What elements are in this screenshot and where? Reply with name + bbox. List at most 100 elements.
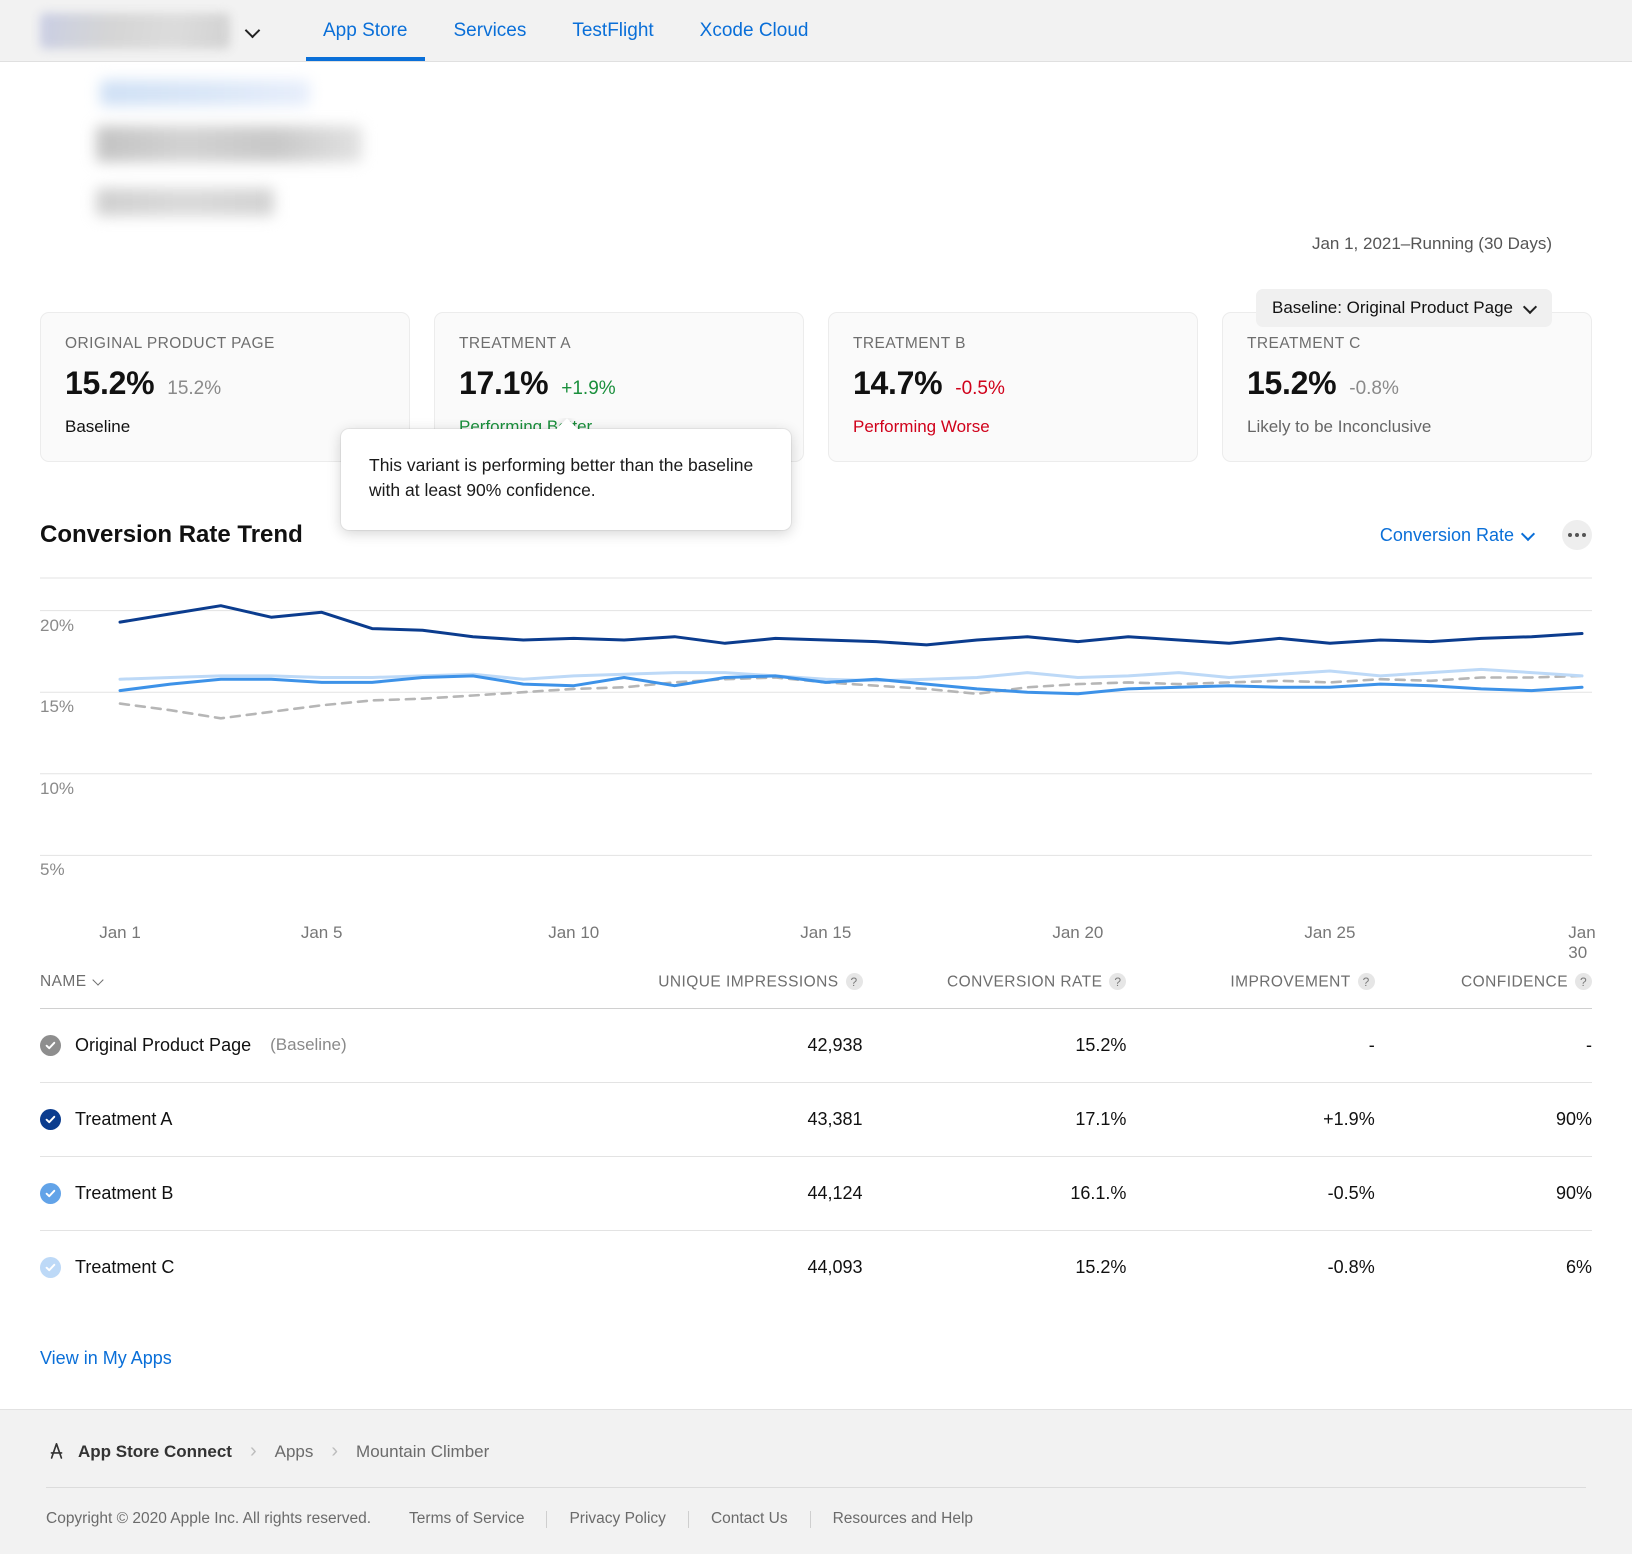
footer-divider	[46, 1487, 1586, 1488]
chevron-down-icon	[246, 24, 260, 38]
x-axis-tick: Jan 20	[1052, 923, 1103, 943]
row-name-cell: Treatment A	[40, 1082, 599, 1156]
variant-name-label: Treatment B	[75, 1183, 173, 1204]
link-resources-and-help[interactable]: Resources and Help	[833, 1510, 973, 1528]
y-axis-tick: 20%	[40, 616, 74, 636]
top-navigation-bar: App Store Services TestFlight Xcode Clou…	[0, 0, 1632, 62]
variant-card-metrics: 15.2% 15.2%	[65, 365, 385, 402]
variant-card-metrics: 15.2% -0.8%	[1247, 365, 1567, 402]
column-header-conversion-rate: CONVERSION RATE?	[863, 973, 1127, 1008]
variant-card-status: Baseline	[65, 417, 385, 437]
page-footer: App Store Connect › Apps › Mountain Clim…	[0, 1409, 1632, 1554]
variant-card-metrics: 17.1% +1.9%	[459, 365, 779, 402]
y-axis-tick: 15%	[40, 697, 74, 717]
check-circle-icon[interactable]	[40, 1035, 61, 1056]
metric-select-label: Conversion Rate	[1380, 525, 1514, 546]
row-name-cell: Treatment C	[40, 1230, 599, 1304]
column-header-name[interactable]: NAME	[40, 973, 599, 1008]
breadcrumb-redacted	[100, 80, 310, 106]
tooltip-arrow	[556, 418, 578, 430]
column-header-improvement-label: IMPROVEMENT	[1230, 974, 1350, 991]
variant-card-status[interactable]: Performing Worse	[853, 417, 1173, 437]
cell-conversion-rate: 16.1.%	[863, 1156, 1127, 1230]
help-icon[interactable]: ?	[1358, 973, 1375, 990]
app-picker[interactable]	[40, 0, 266, 61]
chart-title: Conversion Rate Trend	[40, 521, 303, 549]
variant-card-status[interactable]: Likely to be Inconclusive	[1247, 417, 1567, 437]
cell-conversion-rate: 15.2%	[863, 1230, 1127, 1304]
variant-card-value: 15.2%	[65, 365, 154, 402]
primary-tabs: App Store Services TestFlight Xcode Clou…	[300, 0, 831, 61]
more-options-button[interactable]	[1562, 520, 1592, 550]
table-row[interactable]: Treatment C 44,093 15.2% -0.8% 6%	[40, 1230, 1592, 1304]
cell-improvement: -0.5%	[1126, 1156, 1374, 1230]
page-subtitle-redacted	[96, 188, 274, 216]
app-root: App Store Services TestFlight Xcode Clou…	[0, 0, 1632, 1554]
conversion-rate-chart[interactable]: 20% 15% 10% 5%	[40, 564, 1592, 919]
check-circle-icon[interactable]	[40, 1109, 61, 1130]
chevron-down-icon	[1523, 529, 1536, 542]
tab-app-store-label: App Store	[323, 20, 408, 42]
breadcrumb-app-store-connect[interactable]: App Store Connect	[46, 1441, 232, 1462]
variant-card-treatment-c[interactable]: TREATMENT C 15.2% -0.8% Likely to be Inc…	[1222, 312, 1592, 462]
table-row[interactable]: Original Product Page (Baseline) 42,938 …	[40, 1008, 1592, 1082]
tab-testflight-label: TestFlight	[572, 20, 653, 42]
app-store-connect-logo-icon	[46, 1441, 67, 1462]
x-axis-tick: Jan 10	[548, 923, 599, 943]
variant-card-delta: +1.9%	[561, 378, 615, 400]
table-row[interactable]: Treatment A 43,381 17.1% +1.9% 90%	[40, 1082, 1592, 1156]
variant-card-treatment-b[interactable]: TREATMENT B 14.7% -0.5% Performing Worse	[828, 312, 1198, 462]
cell-confidence: 6%	[1375, 1230, 1592, 1304]
table-row[interactable]: Treatment B 44,124 16.1.% -0.5% 90%	[40, 1156, 1592, 1230]
divider	[546, 1511, 547, 1528]
breadcrumb-apps[interactable]: Apps	[275, 1442, 314, 1462]
variant-name: Original Product Page (Baseline)	[40, 1035, 599, 1056]
x-axis-tick: Jan 30	[1568, 923, 1595, 963]
divider	[810, 1511, 811, 1528]
variant-card-label: TREATMENT C	[1247, 335, 1567, 353]
cell-improvement: -0.8%	[1126, 1230, 1374, 1304]
variant-card-label: TREATMENT A	[459, 335, 779, 353]
variant-card-delta: -0.8%	[1349, 378, 1399, 400]
link-privacy-policy[interactable]: Privacy Policy	[569, 1510, 665, 1528]
column-header-confidence-label: CONFIDENCE	[1461, 974, 1568, 991]
variant-card-delta: -0.5%	[955, 378, 1005, 400]
cell-confidence: -	[1375, 1008, 1592, 1082]
cell-improvement: +1.9%	[1126, 1082, 1374, 1156]
variant-name-sublabel: (Baseline)	[270, 1035, 347, 1055]
main-content: Jan 1, 2021–Running (30 Days) Baseline: …	[0, 62, 1632, 1369]
tab-xcode-cloud[interactable]: Xcode Cloud	[677, 0, 832, 61]
link-contact-us[interactable]: Contact Us	[711, 1510, 788, 1528]
baseline-select[interactable]: Baseline: Original Product Page	[1256, 289, 1552, 327]
metric-select[interactable]: Conversion Rate	[1380, 525, 1536, 546]
check-circle-icon[interactable]	[40, 1257, 61, 1278]
footer-legal: Copyright © 2020 Apple Inc. All rights r…	[46, 1510, 1586, 1528]
variant-card-delta: 15.2%	[167, 378, 221, 400]
baseline-select-label: Baseline: Original Product Page	[1272, 298, 1513, 318]
breadcrumb-mountain-climber[interactable]: Mountain Climber	[356, 1442, 489, 1462]
variant-card-value: 14.7%	[853, 365, 942, 402]
link-terms-of-service[interactable]: Terms of Service	[409, 1510, 524, 1528]
app-name-redacted	[40, 13, 230, 49]
tooltip-text: This variant is performing better than t…	[369, 455, 753, 500]
cell-conversion-rate: 15.2%	[863, 1008, 1127, 1082]
tab-services[interactable]: Services	[431, 0, 550, 61]
help-icon[interactable]: ?	[1109, 973, 1126, 990]
help-icon[interactable]: ?	[846, 973, 863, 990]
chart-header: Conversion Rate Trend Conversion Rate	[40, 518, 1592, 552]
tab-app-store[interactable]: App Store	[300, 0, 431, 61]
column-header-unique-impressions: UNIQUE IMPRESSIONS?	[599, 973, 863, 1008]
view-in-my-apps-link[interactable]: View in My Apps	[40, 1348, 172, 1369]
tab-testflight[interactable]: TestFlight	[549, 0, 676, 61]
cell-confidence: 90%	[1375, 1082, 1592, 1156]
variant-name: Treatment A	[40, 1109, 599, 1130]
check-circle-icon[interactable]	[40, 1183, 61, 1204]
cell-conversion-rate: 17.1%	[863, 1082, 1127, 1156]
chevron-down-icon	[94, 976, 105, 987]
help-icon[interactable]: ?	[1575, 973, 1592, 990]
variant-cards: ORIGINAL PRODUCT PAGE 15.2% 15.2% Baseli…	[40, 312, 1592, 462]
row-name-cell: Original Product Page (Baseline)	[40, 1008, 599, 1082]
cell-unique-impressions: 42,938	[599, 1008, 863, 1082]
column-header-improvement: IMPROVEMENT?	[1126, 973, 1374, 1008]
ellipsis-icon	[1582, 533, 1586, 537]
